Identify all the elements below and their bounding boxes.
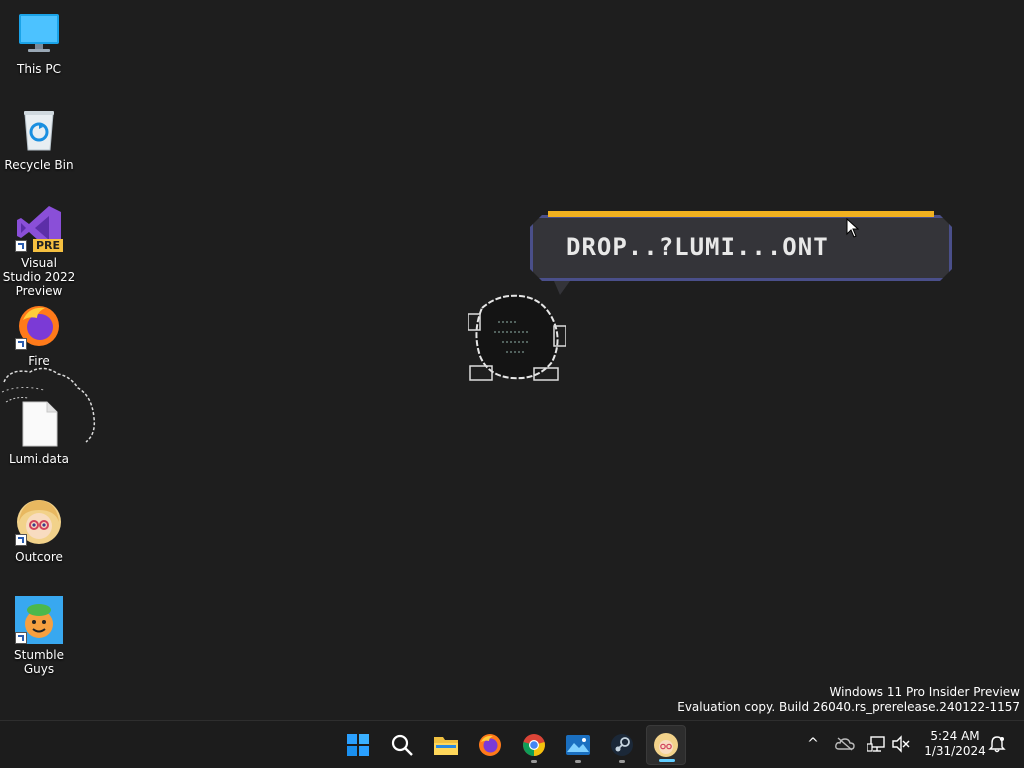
notification-bell-icon — [988, 736, 1006, 753]
start-icon — [347, 734, 369, 756]
this-pc-icon — [15, 10, 63, 58]
taskbar-chrome[interactable] — [514, 725, 554, 765]
desktop-icon-recycle-bin[interactable]: Recycle Bin — [1, 106, 77, 172]
desktop-icon-label: Outcore — [15, 550, 63, 564]
outcore-icon — [15, 498, 63, 546]
desktop: This PC Recycle Bin PRE Visual Studio 20… — [0, 0, 1024, 720]
running-indicator — [531, 760, 537, 763]
desktop-icon-stumble-guys[interactable]: Stumble Guys — [1, 596, 77, 676]
desktop-icon-firefox[interactable]: Fire — [1, 302, 77, 368]
speech-bubble-text: DROP..?LUMI...ONT — [566, 233, 829, 261]
tray-overflow-chevron[interactable]: ^ — [802, 733, 824, 755]
firefox-icon — [15, 302, 63, 350]
taskbar-search-button[interactable] — [382, 725, 422, 765]
stumble-guys-icon — [15, 596, 63, 644]
recycle-bin-icon — [15, 106, 63, 154]
desktop-icon-label: This PC — [17, 62, 61, 76]
running-indicator — [619, 760, 625, 763]
desktop-icon-visual-studio[interactable]: PRE Visual Studio 2022 Preview — [1, 204, 77, 298]
desktop-icon-this-pc[interactable]: This PC — [1, 10, 77, 76]
running-indicator — [659, 759, 675, 762]
file-explorer-icon — [434, 737, 458, 755]
taskbar: ^ 5:24 AM 1/31/2024 — [0, 720, 1024, 768]
tray-network[interactable] — [866, 733, 888, 755]
taskbar-file-explorer[interactable] — [426, 725, 466, 765]
chrome-icon — [523, 734, 545, 756]
volume-muted-icon — [892, 735, 910, 753]
desktop-icon-lumi-data[interactable]: Lumi.data — [1, 400, 77, 466]
chevron-up-icon: ^ — [807, 736, 819, 752]
speech-bubble-accent-bar — [548, 211, 934, 217]
desktop-icon-label: Visual Studio 2022 Preview — [2, 256, 76, 298]
mouse-cursor-icon — [846, 218, 860, 238]
taskbar-steam[interactable] — [602, 725, 642, 765]
desktop-icon-label: Recycle Bin — [4, 158, 74, 172]
desktop-icon-label: Lumi.data — [9, 452, 69, 466]
clock-date: 1/31/2024 — [924, 744, 986, 758]
taskbar-outcore[interactable] — [646, 725, 686, 765]
speech-bubble: DROP..?LUMI...ONT — [530, 211, 952, 295]
outcore-icon — [654, 733, 678, 757]
file-icon — [15, 400, 63, 448]
tray-notifications[interactable] — [986, 733, 1008, 755]
desktop-icon-label: Stumble Guys — [14, 648, 64, 676]
shortcut-arrow-icon — [15, 240, 27, 252]
shortcut-arrow-icon — [15, 632, 27, 644]
desktop-icon-outcore[interactable]: Outcore — [1, 498, 77, 564]
glitch-character — [468, 294, 566, 381]
tray-onedrive[interactable] — [834, 733, 856, 755]
search-icon — [391, 734, 413, 756]
evaluation-watermark: Windows 11 Pro Insider Preview Evaluatio… — [677, 685, 1020, 715]
watermark-line-1: Windows 11 Pro Insider Preview — [829, 685, 1020, 699]
tray-volume[interactable] — [890, 733, 912, 755]
taskbar-start-button[interactable] — [338, 725, 378, 765]
network-icon — [867, 736, 885, 752]
shortcut-arrow-icon — [15, 534, 27, 546]
photos-icon — [566, 735, 590, 755]
watermark-line-2: Evaluation copy. Build 26040.rs_prerelea… — [677, 700, 1020, 714]
steam-icon — [611, 734, 633, 756]
taskbar-clock[interactable]: 5:24 AM 1/31/2024 — [920, 729, 990, 759]
pre-badge: PRE — [32, 239, 63, 252]
clock-time: 5:24 AM — [930, 729, 980, 743]
onedrive-offline-icon — [835, 737, 855, 751]
firefox-icon — [479, 734, 501, 756]
visual-studio-icon: PRE — [15, 204, 63, 252]
taskbar-photos[interactable] — [558, 725, 598, 765]
running-indicator — [575, 760, 581, 763]
shortcut-arrow-icon — [15, 338, 27, 350]
taskbar-firefox[interactable] — [470, 725, 510, 765]
